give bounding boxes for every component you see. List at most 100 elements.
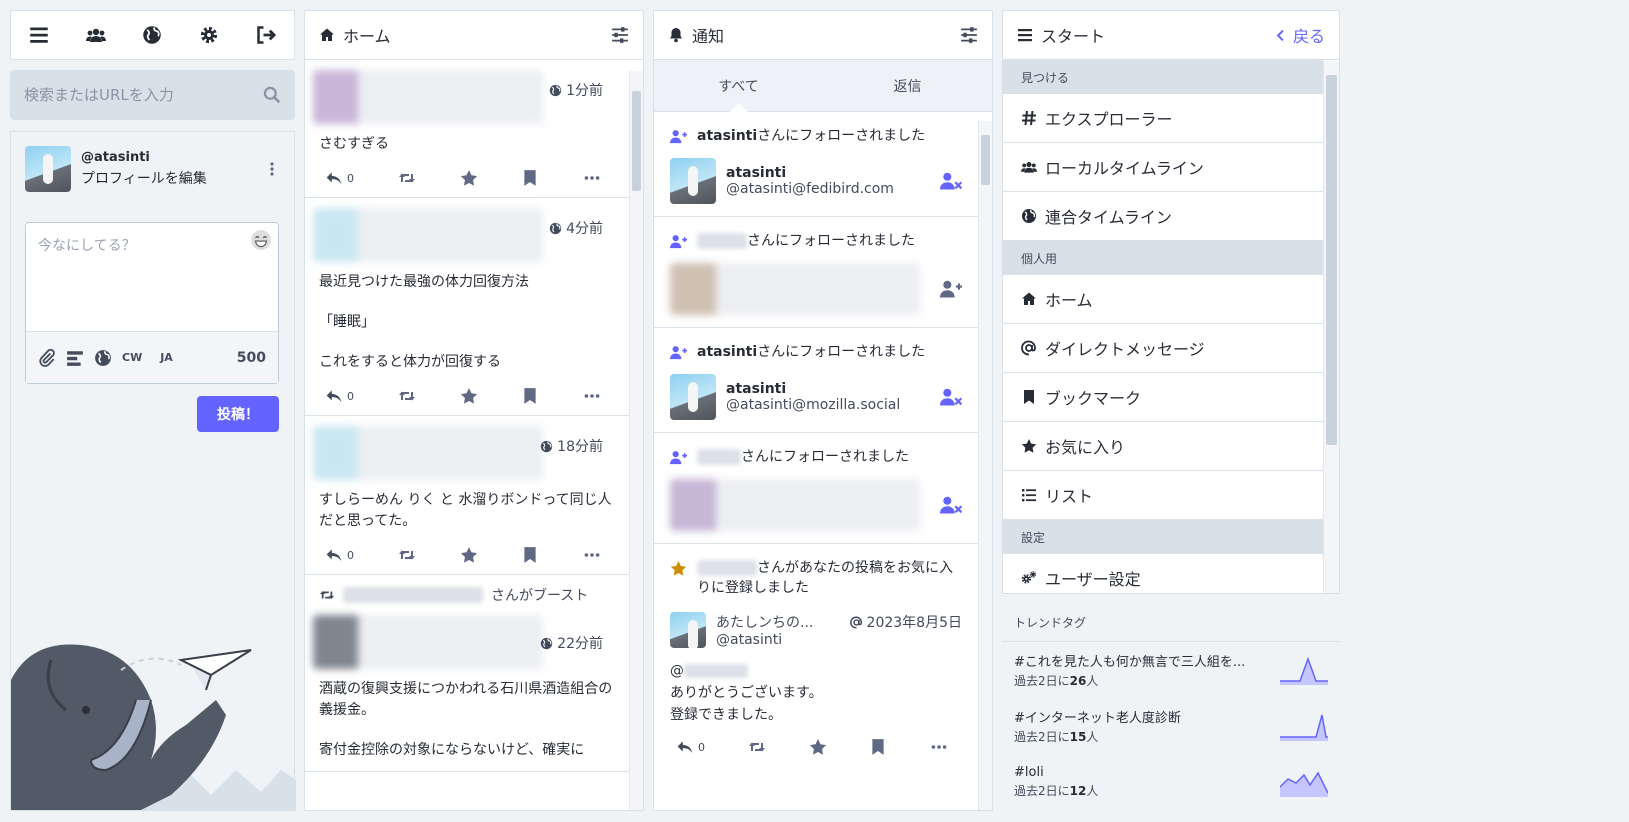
notification-follow[interactable]: atasintiさんにフォローされました atasinti @atasinti@f… [654, 112, 978, 217]
home-scrollbar[interactable] [629, 71, 643, 810]
column-settings-icon[interactable] [611, 26, 629, 44]
menu-item-explore[interactable]: エクスプローラー [1003, 94, 1323, 143]
menu-item-local-timeline[interactable]: ローカルタイムライン [1003, 143, 1323, 192]
status-time[interactable]: 18分前 [540, 436, 603, 456]
trend-item[interactable]: #これを見た人も何か無言で三人組を... 過去2日に26人 [1002, 642, 1340, 698]
boost-icon[interactable] [398, 387, 416, 405]
avatar[interactable] [25, 146, 71, 192]
favourite-icon[interactable] [809, 738, 827, 756]
column-settings-icon[interactable] [960, 26, 978, 44]
edit-profile-link[interactable]: プロフィールを編集 [81, 168, 254, 188]
bookmark-icon[interactable] [521, 387, 539, 405]
more-icon[interactable] [583, 546, 601, 564]
boost-icon[interactable] [398, 546, 416, 564]
bookmark-icon[interactable] [521, 546, 539, 564]
profile-handle[interactable]: @atasinti [81, 150, 254, 165]
compose-textarea[interactable] [38, 235, 248, 335]
status-time[interactable]: 4分前 [549, 218, 603, 238]
favourite-icon[interactable] [460, 546, 478, 564]
menu-item-favourites[interactable]: お気に入り [1003, 422, 1323, 471]
gear-icon[interactable] [199, 25, 219, 45]
boost-icon[interactable] [748, 738, 766, 756]
menu-item-home[interactable]: ホーム [1003, 275, 1323, 324]
boost-icon[interactable] [398, 169, 416, 187]
menu-icon[interactable] [29, 25, 49, 45]
notification-follow[interactable]: さんにフォローされました [654, 433, 978, 544]
display-name: atasinti [726, 165, 787, 181]
notification-follow[interactable]: さんにフォローされました [654, 217, 978, 328]
display-name: atasinti [726, 381, 787, 397]
notifications-column-header[interactable]: 通知 [654, 11, 992, 60]
favourite-icon[interactable] [460, 387, 478, 405]
unfollow-icon[interactable] [940, 170, 962, 192]
local-timeline-icon[interactable] [86, 25, 106, 45]
tab-mentions[interactable]: 返信 [823, 60, 992, 111]
account-card[interactable]: atasinti @atasinti@mozilla.social [670, 374, 962, 420]
poll-icon[interactable] [66, 349, 84, 367]
avatar[interactable] [670, 374, 716, 420]
reply-button[interactable]: 0 [676, 738, 705, 756]
bookmark-icon[interactable] [869, 738, 887, 756]
home-column: ホーム 1分前 さむすぎる 0 4分前 最近見つけた最強の体力回復方法 「睡眠」 [304, 10, 644, 811]
trend-tag[interactable]: #loli [1014, 765, 1259, 780]
reply-button[interactable]: 0 [325, 169, 354, 187]
account-card[interactable] [670, 479, 962, 531]
notifications-scrollbar[interactable] [978, 121, 992, 810]
avatar[interactable] [670, 158, 716, 204]
publish-button[interactable]: 投稿！ [197, 396, 279, 432]
more-icon[interactable] [930, 738, 948, 756]
notification-user[interactable]: atasinti [697, 128, 757, 144]
back-button[interactable]: 戻る [1274, 23, 1325, 47]
more-icon[interactable] [583, 387, 601, 405]
reply-button[interactable]: 0 [325, 387, 354, 405]
menu-item-user-settings[interactable]: ユーザー設定 [1003, 554, 1323, 593]
status[interactable]: さんがブースト 22分前 酒蔵の復興支援につかわれる石川県酒造組合の義援金。 寄… [305, 575, 629, 772]
scrollbar-thumb[interactable] [632, 91, 641, 191]
favourite-icon[interactable] [460, 169, 478, 187]
federated-timeline-icon[interactable] [142, 25, 162, 45]
follow-icon[interactable] [940, 278, 962, 300]
reply-button[interactable]: 0 [325, 546, 354, 564]
notification-user[interactable]: atasinti [697, 344, 757, 360]
status[interactable]: 18分前 すしらーめん りく と 水溜りボンドって同じ人だと思ってた。 0 [305, 416, 629, 575]
scrollbar-thumb[interactable] [981, 135, 990, 185]
status-time[interactable]: 1分前 [549, 80, 603, 100]
menu-item-direct-messages[interactable]: ダイレクトメッセージ [1003, 324, 1323, 373]
notification-favourite[interactable]: さんがあなたの投稿をお気に入りに登録しました あたしンちの... 2023年8月… [654, 544, 978, 768]
avatar[interactable] [670, 612, 706, 648]
unfollow-icon[interactable] [940, 494, 962, 516]
start-scrollbar[interactable] [1323, 61, 1339, 593]
content-warning-button[interactable]: CW [122, 351, 142, 364]
menu-item-lists[interactable]: リスト [1003, 471, 1323, 520]
favourited-status-header[interactable]: あたしンちの... 2023年8月5日 @atasinti [670, 612, 962, 648]
search-input[interactable] [24, 86, 263, 104]
bookmark-icon[interactable] [521, 169, 539, 187]
tab-all[interactable]: すべて [654, 60, 823, 112]
trend-item[interactable]: #loli 過去2日に12人 [1002, 754, 1340, 810]
language-button[interactable]: JA [160, 351, 173, 364]
trend-item[interactable]: #インターネット老人度診断 過去2日に15人 [1002, 698, 1340, 754]
more-options-icon[interactable] [264, 161, 280, 177]
menu-item-bookmarks[interactable]: ブックマーク [1003, 373, 1323, 422]
scrollbar-thumb[interactable] [1326, 75, 1337, 445]
more-icon[interactable] [583, 169, 601, 187]
menu-item-federated-timeline[interactable]: 連合タイムライン [1003, 192, 1323, 241]
status[interactable]: 4分前 最近見つけた最強の体力回復方法 「睡眠」 これをすると体力が回復する 0 [305, 198, 629, 416]
emoji-picker-icon[interactable] [250, 229, 272, 251]
mention-prefix[interactable]: @ [670, 663, 684, 679]
account-card[interactable]: atasinti @atasinti@fedibird.com [670, 158, 962, 204]
search-icon[interactable] [263, 86, 281, 104]
account-card[interactable] [670, 263, 962, 315]
blurred-account [670, 263, 920, 315]
trend-tag[interactable]: #インターネット老人度診断 [1014, 707, 1259, 726]
logout-icon[interactable] [256, 25, 276, 45]
attach-media-icon[interactable] [38, 349, 56, 367]
status-time[interactable]: 22分前 [540, 633, 603, 653]
status[interactable]: 1分前 さむすぎる 0 [305, 60, 629, 198]
home-column-header[interactable]: ホーム [305, 11, 643, 60]
visibility-globe-icon[interactable] [94, 349, 112, 367]
notification-follow[interactable]: atasintiさんにフォローされました atasinti @atasinti@m… [654, 328, 978, 433]
trend-tag[interactable]: #これを見た人も何か無言で三人組を... [1014, 651, 1259, 670]
status-date[interactable]: 2023年8月5日 [867, 612, 962, 632]
unfollow-icon[interactable] [940, 386, 962, 408]
